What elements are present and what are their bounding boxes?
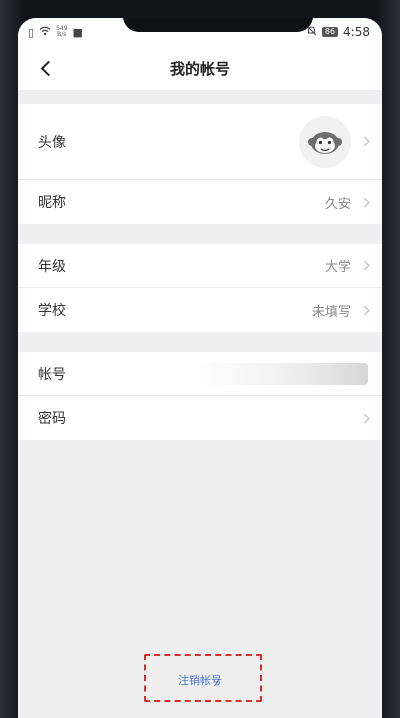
school-section: 年级 大学 学校 未填写 bbox=[18, 244, 382, 332]
avatar-row-right bbox=[299, 115, 370, 168]
school-label: 学校 bbox=[38, 303, 66, 319]
grade-value: 大学 bbox=[324, 260, 351, 275]
profile-section: 头像 昵称 久安 bbox=[18, 104, 382, 224]
monkey-avatar-icon bbox=[308, 131, 342, 154]
nickname-value: 久安 bbox=[324, 196, 351, 212]
school-row[interactable]: 学校 未填写 bbox=[18, 288, 382, 332]
chevron-right-icon bbox=[359, 197, 370, 207]
status-time: 4:58 bbox=[343, 25, 370, 39]
chevron-right-icon bbox=[359, 260, 370, 271]
account-value-blurred bbox=[198, 362, 368, 385]
page-title: 我的帐号 bbox=[169, 59, 230, 78]
network-speed-unit: B/s bbox=[57, 31, 67, 38]
avatar-label: 头像 bbox=[38, 134, 66, 151]
account-row[interactable]: 帐号 bbox=[18, 352, 382, 396]
chevron-right-icon bbox=[359, 305, 370, 315]
chevron-right-icon bbox=[359, 413, 370, 423]
school-row-right: 未填写 bbox=[311, 301, 370, 320]
grade-label: 年级 bbox=[38, 258, 66, 275]
grade-row-right: 大学 bbox=[324, 256, 370, 275]
password-row-right bbox=[357, 413, 370, 423]
logout-account-button[interactable]: 注销帐号 bbox=[18, 672, 382, 688]
navigation-bar: 我的帐号 bbox=[18, 46, 382, 90]
nickname-row-right: 久安 bbox=[324, 193, 370, 212]
password-label: 密码 bbox=[38, 411, 66, 427]
notification-square-icon: ■ bbox=[72, 25, 83, 39]
network-speed: 549 B/s bbox=[56, 26, 67, 38]
status-right: 86 4:58 bbox=[306, 25, 370, 39]
nickname-row[interactable]: 昵称 久安 bbox=[18, 180, 382, 224]
chevron-right-icon bbox=[359, 136, 370, 147]
battery-indicator: 86 bbox=[321, 27, 339, 37]
account-label: 帐号 bbox=[38, 366, 66, 383]
camera-notch bbox=[123, 18, 313, 32]
screen: ▯ 549 B/s ■ 86 4:58 我的帐号 头像 昵称 久安 年级 大学 … bbox=[18, 18, 382, 718]
grade-row[interactable]: 年级 大学 bbox=[18, 244, 382, 288]
back-arrow-icon[interactable] bbox=[32, 54, 60, 82]
nickname-label: 昵称 bbox=[38, 195, 66, 211]
account-section: 帐号 密码 bbox=[18, 352, 382, 440]
wifi-icon bbox=[39, 26, 51, 39]
phone-frame: ▯ 549 B/s ■ 86 4:58 我的帐号 头像 昵称 久安 年级 大学 … bbox=[0, 0, 400, 718]
avatar-row[interactable]: 头像 bbox=[18, 104, 382, 180]
status-left: ▯ 549 B/s ■ bbox=[28, 26, 83, 39]
sim-card-icon: ▯ bbox=[28, 25, 35, 39]
password-row[interactable]: 密码 bbox=[18, 396, 382, 440]
school-value: 未填写 bbox=[311, 304, 351, 320]
avatar[interactable] bbox=[299, 115, 351, 168]
touch-cursor-icon: ⁄ bbox=[216, 678, 218, 689]
